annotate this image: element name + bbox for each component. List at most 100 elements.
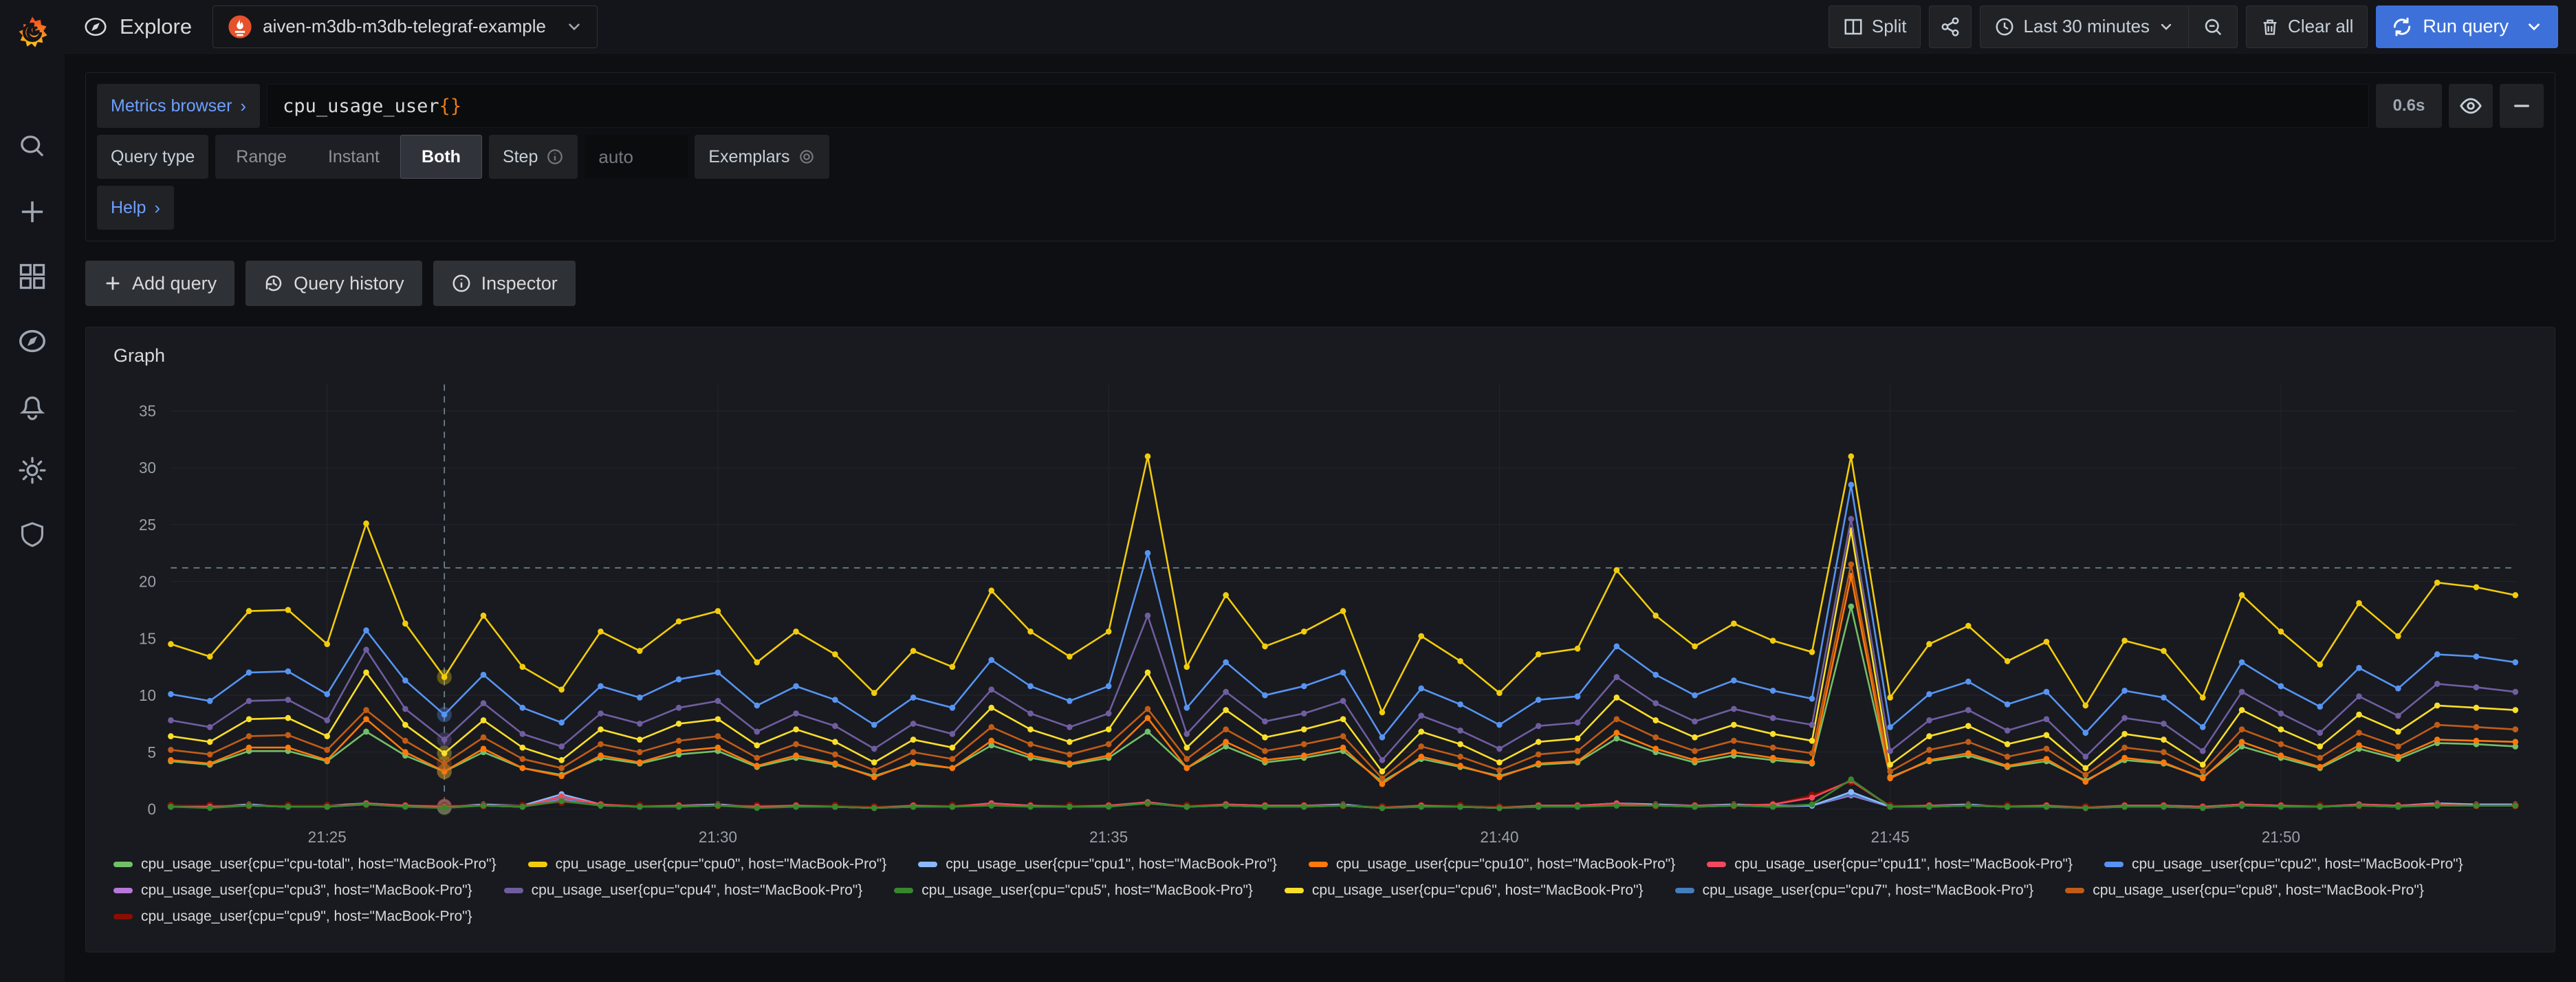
zoom-out-button[interactable] (2188, 6, 2237, 47)
svg-text:20: 20 (139, 572, 156, 590)
legend-swatch-icon (504, 888, 523, 893)
graph-panel: Graph 0510152025303521:2521:3021:3521:40… (85, 327, 2555, 952)
query-expression-input[interactable]: cpu_usage_user{} (267, 84, 2369, 128)
legend-swatch-icon (1675, 888, 1694, 893)
explore-compass-icon[interactable] (16, 325, 49, 358)
legend-label: cpu_usage_user{cpu="cpu3", host="MacBook… (141, 882, 472, 899)
legend-swatch-icon (1309, 862, 1328, 867)
legend-label: cpu_usage_user{cpu="cpu9", host="MacBook… (141, 908, 472, 925)
clock-icon (1994, 17, 2015, 37)
legend-item[interactable]: cpu_usage_user{cpu="cpu8", host="MacBook… (2065, 882, 2424, 899)
query-type-both[interactable]: Both (400, 135, 482, 179)
chevron-down-icon[interactable] (2525, 18, 2543, 36)
query-history-button[interactable]: Query history (245, 261, 422, 306)
alerting-bell-icon[interactable] (16, 389, 49, 422)
settings-gear-icon[interactable] (16, 454, 49, 487)
legend-swatch-icon (2065, 888, 2084, 893)
grafana-logo[interactable] (0, 0, 65, 65)
svg-text:21:30: 21:30 (699, 828, 737, 846)
legend-item[interactable]: cpu_usage_user{cpu="cpu11", host="MacBoo… (1707, 856, 2073, 873)
chart-canvas[interactable]: 0510152025303521:2521:3021:3521:4021:452… (104, 373, 2537, 852)
legend-swatch-icon (113, 888, 133, 893)
query-braces: {} (439, 96, 462, 117)
svg-text:25: 25 (139, 516, 156, 534)
legend-item[interactable]: cpu_usage_user{cpu="cpu2", host="MacBook… (2104, 856, 2463, 873)
legend-swatch-icon (2104, 862, 2124, 867)
legend-item[interactable]: cpu_usage_user{cpu="cpu4", host="MacBook… (504, 882, 863, 899)
svg-text:35: 35 (139, 402, 156, 419)
prometheus-icon (227, 14, 253, 40)
legend-label: cpu_usage_user{cpu="cpu7", host="MacBook… (1703, 882, 2034, 899)
legend-item[interactable]: cpu_usage_user{cpu="cpu7", host="MacBook… (1675, 882, 2034, 899)
query-editor-row: Metrics browser› cpu_usage_user{} 0.6s Q… (85, 72, 2555, 241)
help-link[interactable]: Help› (97, 186, 174, 230)
legend-item[interactable]: cpu_usage_user{cpu="cpu5", host="MacBook… (894, 882, 1253, 899)
time-range-button[interactable]: Last 30 minutes (1980, 6, 2188, 47)
remove-query-button[interactable] (2500, 84, 2544, 128)
svg-text:15: 15 (139, 629, 156, 647)
legend-item[interactable]: cpu_usage_user{cpu="cpu6", host="MacBook… (1285, 882, 1644, 899)
legend-label: cpu_usage_user{cpu="cpu11", host="MacBoo… (1734, 856, 2073, 873)
datasource-picker[interactable]: aiven-m3db-m3db-telegraf-example (212, 6, 598, 48)
split-button[interactable]: Split (1829, 6, 1921, 48)
step-input[interactable]: auto (585, 135, 688, 179)
legend-swatch-icon (528, 862, 547, 867)
metrics-browser-button[interactable]: Metrics browser› (97, 84, 260, 128)
shield-icon[interactable] (16, 519, 49, 552)
legend-item[interactable]: cpu_usage_user{cpu="cpu3", host="MacBook… (113, 882, 472, 899)
sidebar (0, 0, 65, 982)
svg-text:10: 10 (139, 686, 156, 704)
datasource-name: aiven-m3db-m3db-telegraf-example (263, 16, 546, 37)
query-actions: Add query Query history Inspector (85, 261, 2555, 306)
legend-label: cpu_usage_user{cpu="cpu-total", host="Ma… (141, 856, 496, 873)
chevron-down-icon (2158, 19, 2174, 35)
search-icon[interactable] (16, 131, 49, 164)
legend-swatch-icon (918, 862, 937, 867)
legend-label: cpu_usage_user{cpu="cpu8", host="MacBook… (2093, 882, 2424, 899)
info-icon (546, 148, 564, 166)
legend-swatch-icon (113, 862, 133, 867)
run-query-button[interactable]: Run query (2376, 6, 2558, 48)
time-series-chart[interactable]: 0510152025303521:2521:3021:3521:4021:452… (104, 373, 2537, 852)
legend-item[interactable]: cpu_usage_user{cpu="cpu-total", host="Ma… (113, 856, 496, 873)
query-type-group: Range Instant Both (215, 135, 482, 179)
legend-item[interactable]: cpu_usage_user{cpu="cpu0", host="MacBook… (528, 856, 887, 873)
trash-icon (2260, 17, 2280, 36)
toggle-visibility-button[interactable] (2449, 84, 2493, 128)
svg-text:21:35: 21:35 (1089, 828, 1128, 846)
legend-label: cpu_usage_user{cpu="cpu5", host="MacBook… (921, 882, 1253, 899)
explore-content: Metrics browser› cpu_usage_user{} 0.6s Q… (65, 54, 2576, 982)
legend-item[interactable]: cpu_usage_user{cpu="cpu1", host="MacBook… (918, 856, 1277, 873)
add-icon[interactable] (16, 195, 49, 228)
legend-label: cpu_usage_user{cpu="cpu10", host="MacBoo… (1336, 856, 1675, 873)
query-type-instant[interactable]: Instant (307, 135, 400, 179)
legend-swatch-icon (894, 888, 913, 893)
bullseye-icon (798, 148, 816, 166)
clear-all-button[interactable]: Clear all (2246, 6, 2368, 48)
legend-label: cpu_usage_user{cpu="cpu6", host="MacBook… (1312, 882, 1644, 899)
query-type-range[interactable]: Range (215, 135, 307, 179)
compass-icon (83, 14, 109, 40)
share-icon (1940, 17, 1961, 37)
svg-text:0: 0 (148, 800, 156, 818)
legend-item[interactable]: cpu_usage_user{cpu="cpu10", host="MacBoo… (1309, 856, 1675, 873)
zoom-out-icon (2203, 17, 2223, 37)
query-duration-badge: 0.6s (2376, 84, 2442, 128)
legend-label: cpu_usage_user{cpu="cpu1", host="MacBook… (946, 856, 1277, 873)
svg-text:21:50: 21:50 (2262, 828, 2300, 846)
add-query-button[interactable]: Add query (85, 261, 234, 306)
inspector-button[interactable]: Inspector (433, 261, 576, 306)
legend-label: cpu_usage_user{cpu="cpu2", host="MacBook… (2132, 856, 2463, 873)
legend-item[interactable]: cpu_usage_user{cpu="cpu9", host="MacBook… (113, 908, 472, 925)
step-label: Step (489, 135, 578, 179)
svg-text:30: 30 (139, 459, 156, 477)
page-title: Explore (120, 14, 192, 39)
explore-header: Explore (83, 14, 192, 40)
dashboards-icon[interactable] (16, 260, 49, 293)
share-button[interactable] (1929, 6, 1972, 48)
exemplars-toggle[interactable]: Exemplars (695, 135, 829, 179)
split-icon (1843, 17, 1864, 37)
chart-legend: cpu_usage_user{cpu="cpu-total", host="Ma… (113, 856, 2537, 935)
svg-text:5: 5 (148, 743, 156, 761)
query-type-label: Query type (97, 135, 208, 179)
